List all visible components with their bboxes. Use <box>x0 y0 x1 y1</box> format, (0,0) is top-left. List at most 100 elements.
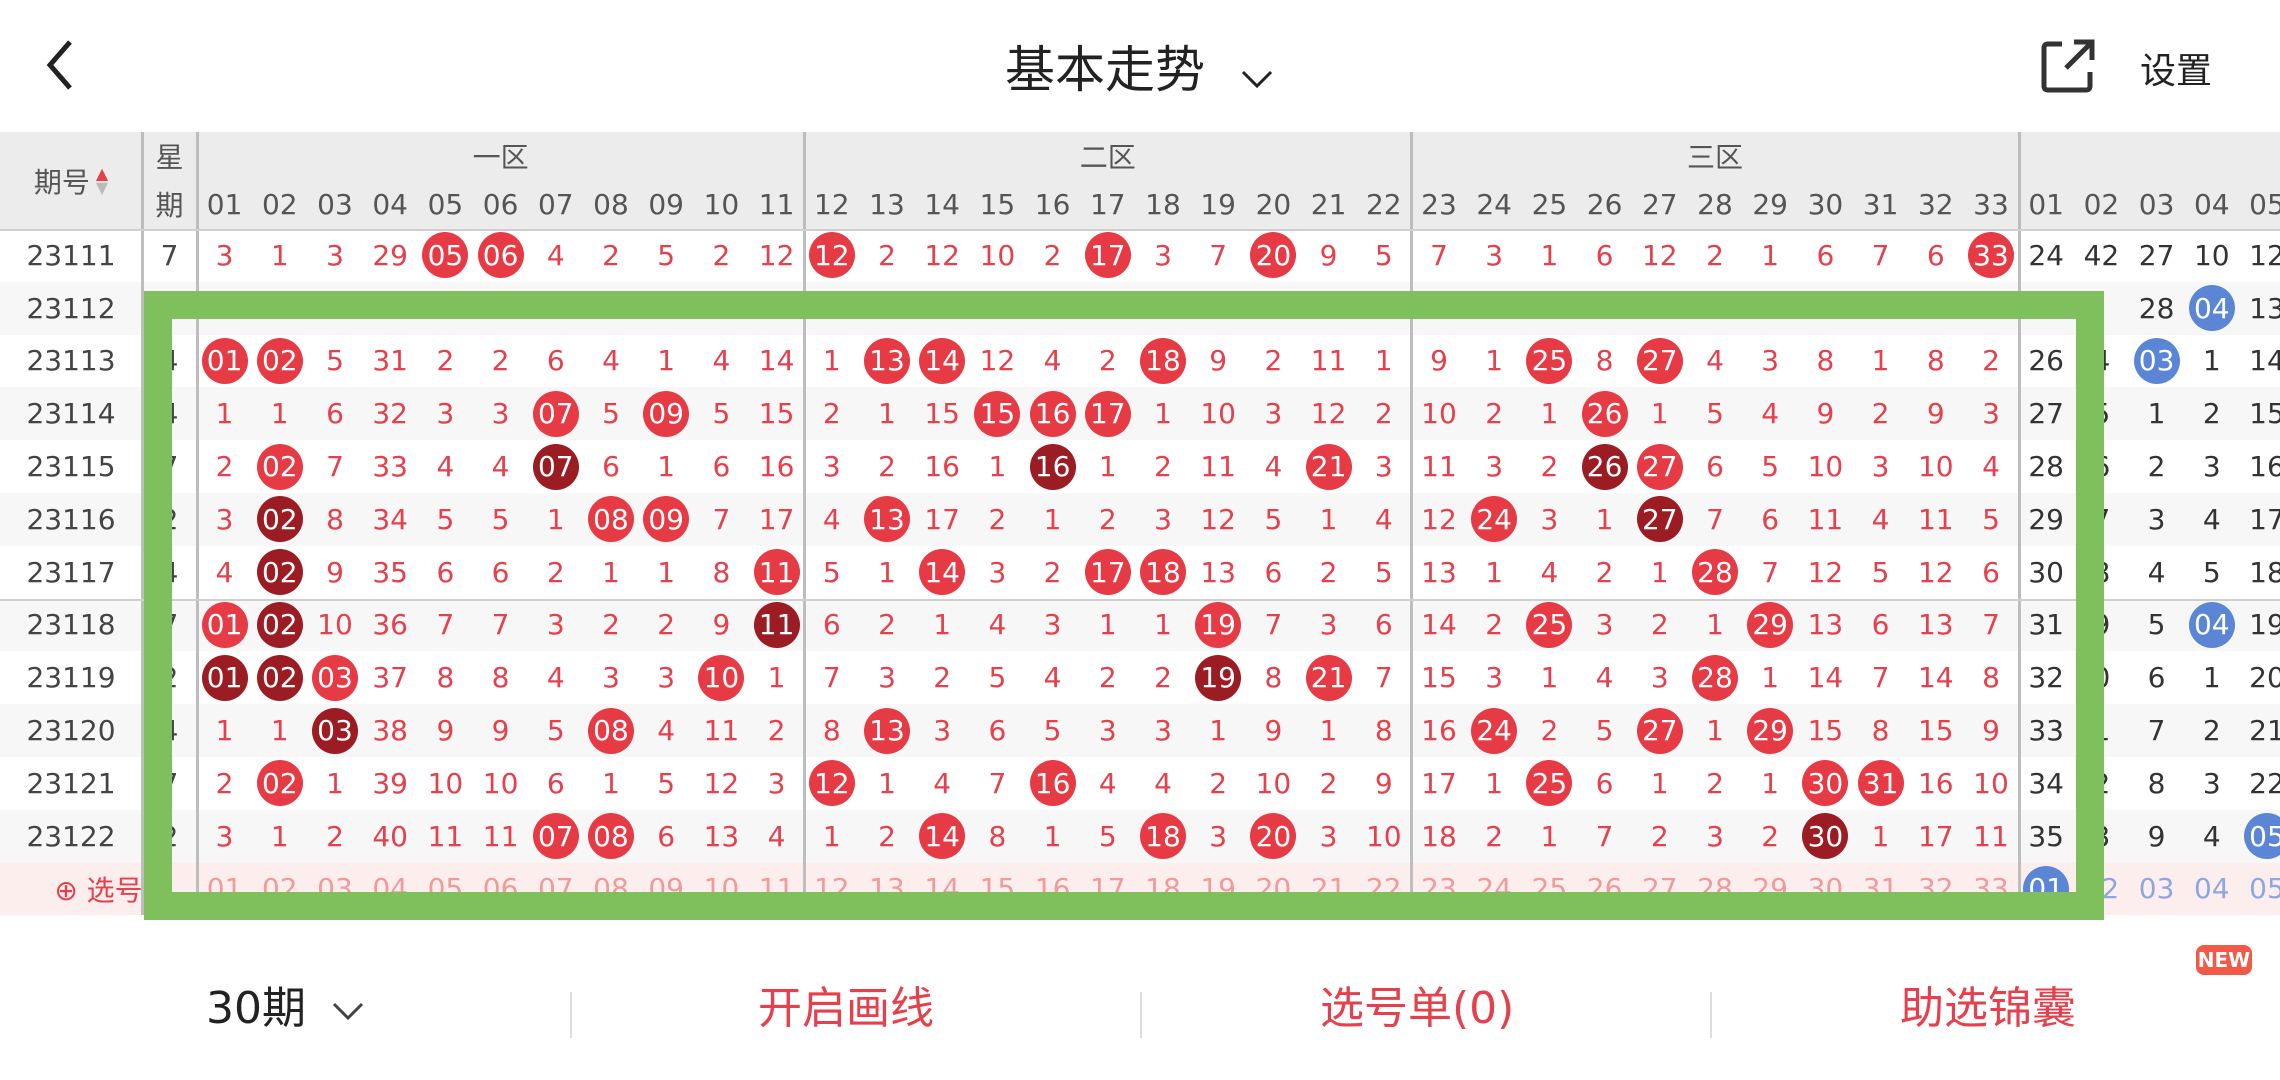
select-red-number[interactable]: 16 <box>1025 862 1081 916</box>
red-number-cell: 1 <box>197 387 253 441</box>
select-red-number[interactable]: 24 <box>1466 862 1522 916</box>
select-red-number[interactable]: 08 <box>583 862 639 916</box>
column-divider <box>196 132 199 916</box>
red-number-cell: 10 <box>1963 757 2019 810</box>
red-number-cell: 05 <box>417 229 473 282</box>
share-button[interactable] <box>2036 34 2100 98</box>
period-cell: 23119 <box>0 651 142 705</box>
red-number-cell: 1 <box>1356 334 1412 388</box>
select-number-label[interactable]: ⊕ 选号 <box>0 862 197 916</box>
select-red-number[interactable]: 13 <box>859 862 915 916</box>
red-number-cell: 6 <box>969 704 1025 757</box>
red-number-cell: 5 <box>1577 704 1633 757</box>
red-number-cell: 3 <box>1521 493 1577 546</box>
period-cell: 23122 <box>0 809 142 863</box>
select-blue-number[interactable]: 03 <box>2129 862 2185 916</box>
select-red-number[interactable]: 10 <box>693 862 749 916</box>
chevron-down-icon <box>332 1002 364 1021</box>
red-number-cell: 7 <box>1577 809 1633 863</box>
period-count-dropdown[interactable]: 30期 <box>206 972 366 1036</box>
select-red-number[interactable]: 07 <box>528 862 584 916</box>
select-red-number[interactable]: 33 <box>1963 862 2019 916</box>
week-cell: 4 <box>142 387 197 441</box>
select-red-number[interactable]: 22 <box>1356 862 1412 916</box>
red-number-cell: 7 <box>417 598 473 652</box>
select-red-number[interactable]: 15 <box>969 862 1025 916</box>
red-number-cell: 9 <box>1356 757 1412 810</box>
select-blue-number[interactable]: 01 <box>2018 862 2074 916</box>
select-red-number[interactable]: 11 <box>749 862 805 916</box>
select-red-number[interactable]: 17 <box>1080 862 1136 916</box>
select-blue-number[interactable]: 02 <box>2073 862 2129 916</box>
red-number-cell: 07 <box>528 387 584 441</box>
red-ball: 24 <box>1471 496 1518 543</box>
select-red-number[interactable]: 18 <box>1135 862 1191 916</box>
select-blue-number[interactable]: 04 <box>2184 862 2240 916</box>
assist-tips-button[interactable]: 助选锦囊 <box>1900 972 2076 1036</box>
red-number-cell: 1 <box>1135 387 1191 441</box>
red-ball: 25 <box>1526 601 1573 648</box>
select-red-number[interactable]: 32 <box>1908 862 1964 916</box>
select-red-number[interactable]: 04 <box>362 862 418 916</box>
select-red-number[interactable]: 23 <box>1411 862 1467 916</box>
red-number-cell <box>1025 281 1081 335</box>
red-ball: 18 <box>1139 337 1186 384</box>
select-red-number[interactable]: 30 <box>1797 862 1853 916</box>
red-column-header: 07 <box>528 179 584 229</box>
red-number-cell: 2 <box>1466 809 1522 863</box>
blue-number-cell: 30 <box>2018 545 2074 599</box>
select-red-number[interactable]: 06 <box>473 862 529 916</box>
red-number-cell: 3 <box>197 809 253 863</box>
select-red-number[interactable]: 25 <box>1521 862 1577 916</box>
red-number-cell: 18 <box>1411 809 1467 863</box>
red-number-cell: 3 <box>1742 334 1798 388</box>
select-red-number[interactable]: 26 <box>1577 862 1633 916</box>
page-title-dropdown[interactable]: 基本走势 <box>0 30 2280 103</box>
select-red-number[interactable]: 12 <box>804 862 860 916</box>
select-red-number[interactable]: 19 <box>1190 862 1246 916</box>
select-blue-number[interactable]: 05 <box>2239 862 2280 916</box>
red-number-cell <box>583 281 639 335</box>
blue-number-cell: 04 <box>2184 281 2240 335</box>
red-ball: 16 <box>1029 443 1076 490</box>
red-number-cell <box>307 281 363 335</box>
red-number-cell: 02 <box>252 757 308 810</box>
select-red-number[interactable]: 02 <box>252 862 308 916</box>
red-number-cell: 1 <box>1025 809 1081 863</box>
blue-number-cell: 19 <box>2239 598 2280 652</box>
red-number-cell: 8 <box>473 651 529 705</box>
red-number-cell: 29 <box>362 229 418 282</box>
red-ball: 14 <box>919 813 966 860</box>
settings-button[interactable]: 设置 <box>2140 42 2212 94</box>
red-number-cell: 25 <box>1521 334 1577 388</box>
select-red-number[interactable]: 09 <box>638 862 694 916</box>
select-red-number[interactable]: 28 <box>1687 862 1743 916</box>
draw-lines-button[interactable]: 开启画线 <box>758 972 934 1036</box>
red-ball: 25 <box>1526 760 1573 807</box>
red-number-cell: 20 <box>1245 229 1301 282</box>
red-number-cell <box>1632 281 1688 335</box>
period-sort-header[interactable]: 期号 ▲ ▼ <box>0 132 142 229</box>
red-number-cell: 3 <box>417 387 473 441</box>
red-ball: 13 <box>863 496 910 543</box>
select-red-number[interactable]: 27 <box>1632 862 1688 916</box>
red-number-cell: 7 <box>1687 493 1743 546</box>
red-number-cell <box>1301 281 1357 335</box>
select-red-number[interactable]: 20 <box>1245 862 1301 916</box>
select-red-number[interactable]: 03 <box>307 862 363 916</box>
select-red-number[interactable]: 01 <box>197 862 253 916</box>
selection-list-button[interactable]: 选号单(0) <box>1320 972 1514 1036</box>
red-ball: 02 <box>256 443 303 490</box>
select-red-number[interactable]: 05 <box>417 862 473 916</box>
red-number-cell: 7 <box>1411 229 1467 282</box>
red-number-cell: 2 <box>307 809 363 863</box>
red-ball: 21 <box>1305 654 1352 701</box>
red-ball: 07 <box>532 443 579 490</box>
red-number-cell: 9 <box>1797 387 1853 441</box>
select-red-number[interactable]: 31 <box>1853 862 1909 916</box>
red-ball: 07 <box>532 390 579 437</box>
select-red-number[interactable]: 21 <box>1301 862 1357 916</box>
select-red-number[interactable]: 29 <box>1742 862 1798 916</box>
red-number-cell: 12 <box>969 334 1025 388</box>
select-red-number[interactable]: 14 <box>914 862 970 916</box>
